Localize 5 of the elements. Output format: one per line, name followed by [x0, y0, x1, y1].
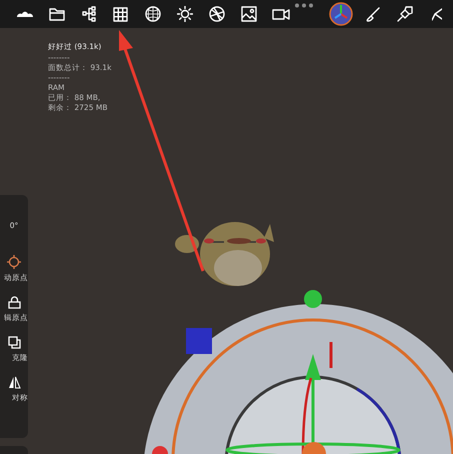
- crosshair-icon: [7, 255, 21, 269]
- mirror-icon: [8, 376, 20, 389]
- clone-icon: [8, 336, 20, 349]
- lock-icon: [8, 296, 20, 309]
- more-icon[interactable]: [294, 3, 314, 8]
